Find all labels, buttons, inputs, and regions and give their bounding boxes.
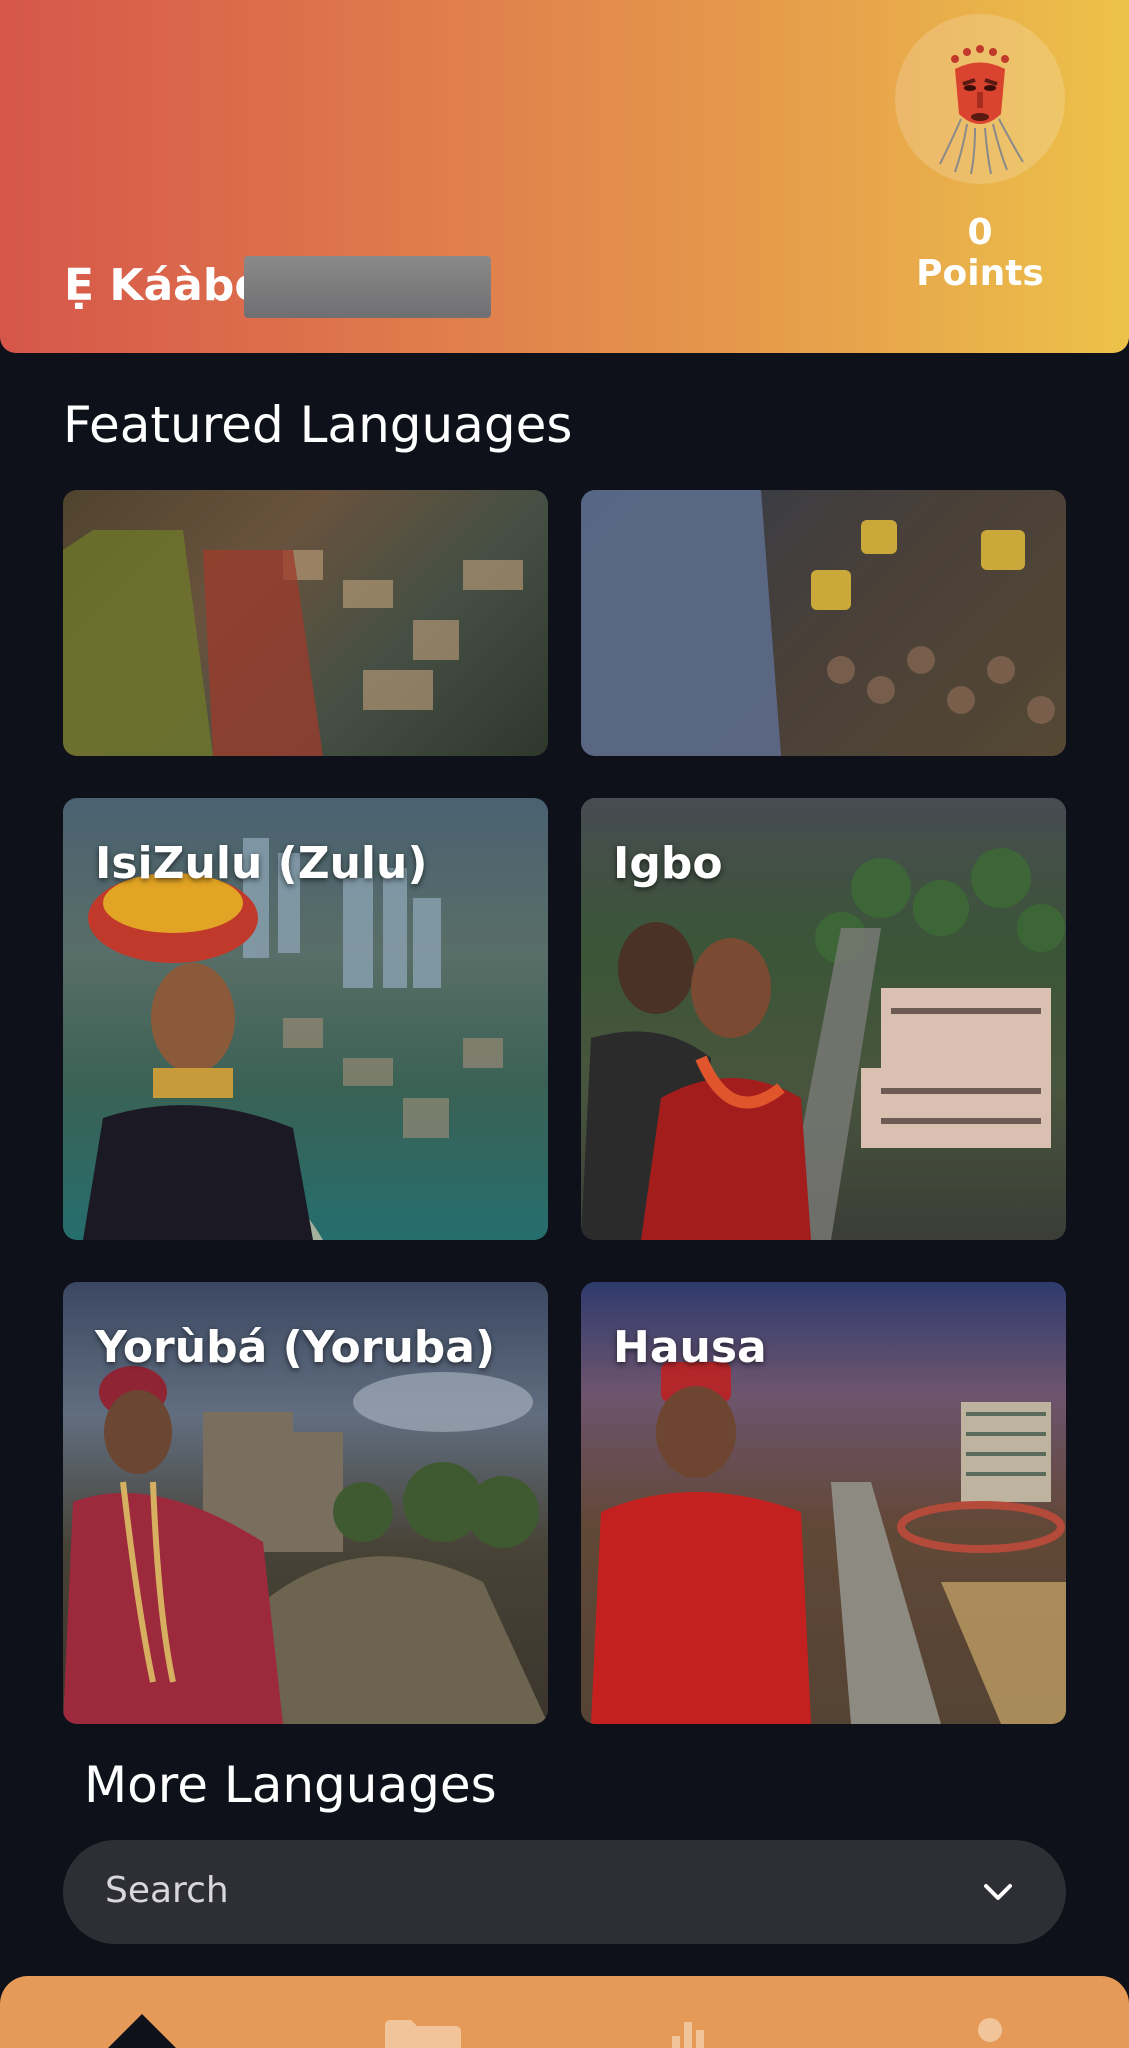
- home-icon[interactable]: [108, 2010, 176, 2048]
- tribal-mask-icon: [939, 45, 1024, 175]
- language-card-label: IsiZulu (Zulu): [95, 838, 428, 889]
- language-card-label: Hausa: [613, 1322, 767, 1373]
- featured-languages-title: Featured Languages: [63, 396, 573, 454]
- folder-icon[interactable]: [385, 2018, 461, 2048]
- language-search-dropdown[interactable]: Search: [63, 1840, 1066, 1944]
- chevron-down-icon: [984, 1884, 1012, 1900]
- redacted-username: [244, 256, 491, 318]
- profile-icon[interactable]: [970, 2016, 1010, 2048]
- bottom-navigation: [0, 1976, 1129, 2048]
- language-card-hausa[interactable]: Hausa: [581, 1282, 1066, 1724]
- language-card-label: Igbo: [613, 838, 723, 889]
- language-card-igbo[interactable]: Igbo: [581, 798, 1066, 1240]
- profile-header: 0 Points Ẹ Káàbọ̀,: [0, 0, 1129, 353]
- chart-icon[interactable]: [668, 2018, 708, 2048]
- search-placeholder: Search: [105, 1870, 229, 1911]
- mask-avatar[interactable]: [895, 14, 1065, 184]
- language-card-isizulu[interactable]: IsiZulu (Zulu): [63, 798, 548, 1240]
- more-languages-title: More Languages: [84, 1756, 497, 1814]
- language-card-label: Yorùbá (Yoruba): [95, 1322, 496, 1373]
- language-card-yoruba[interactable]: Yorùbá (Yoruba): [63, 1282, 548, 1724]
- points-label: 0 Points: [916, 212, 1044, 294]
- language-card[interactable]: [63, 490, 548, 756]
- language-card[interactable]: [581, 490, 1066, 756]
